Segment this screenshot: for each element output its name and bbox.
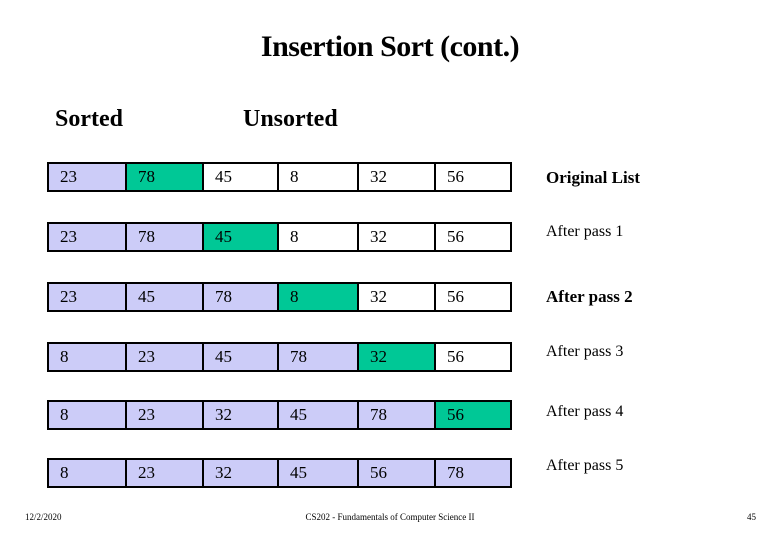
- pass-label: After pass 3: [546, 343, 624, 360]
- footer-course: CS202 - Fundamentals of Computer Science…: [305, 512, 475, 522]
- array-row: 23 78 45 8 32 56: [47, 222, 512, 252]
- footer-page-number: 45: [747, 512, 756, 522]
- pass-label: After pass 1: [546, 223, 624, 240]
- unsorted-label: Unsorted: [243, 106, 338, 132]
- array-cell-sorted: 23: [49, 164, 127, 190]
- array-cell-sorted: 23: [127, 460, 204, 486]
- array-cell-unsorted: 8: [279, 224, 359, 250]
- array-cell-current: 78: [127, 164, 204, 190]
- array-row: 8 23 32 45 78 56: [47, 400, 512, 430]
- array-cell-unsorted: 56: [436, 164, 510, 190]
- array-cell-sorted: 8: [49, 402, 127, 428]
- array-cell-current: 8: [279, 284, 359, 310]
- array-cell-sorted: 45: [127, 284, 204, 310]
- array-row: 8 23 45 78 32 56: [47, 342, 512, 372]
- array-row: 23 78 45 8 32 56: [47, 162, 512, 192]
- array-cell-sorted: 56: [359, 460, 436, 486]
- array-cell-unsorted: 45: [204, 164, 279, 190]
- array-cell-unsorted: 32: [359, 224, 436, 250]
- array-cell-current: 32: [359, 344, 436, 370]
- array-cell-sorted: 8: [49, 344, 127, 370]
- array-cell-unsorted: 8: [279, 164, 359, 190]
- array-cell-unsorted: 32: [359, 284, 436, 310]
- array-cell-sorted: 32: [204, 460, 279, 486]
- pass-label: After pass 5: [546, 457, 624, 474]
- array-cell-sorted: 45: [279, 460, 359, 486]
- array-cell-sorted: 78: [279, 344, 359, 370]
- array-cell-sorted: 23: [49, 284, 127, 310]
- array-row: 23 45 78 8 32 56: [47, 282, 512, 312]
- array-cell-sorted: 23: [127, 344, 204, 370]
- array-cell-sorted: 45: [204, 344, 279, 370]
- array-cell-current: 45: [204, 224, 279, 250]
- pass-label: After pass 4: [546, 403, 624, 420]
- array-cell-sorted: 78: [436, 460, 510, 486]
- array-cell-sorted: 23: [49, 224, 127, 250]
- array-cell-sorted: 78: [359, 402, 436, 428]
- array-row: 8 23 32 45 56 78: [47, 458, 512, 488]
- pass-label: Original List: [546, 168, 640, 187]
- array-cell-sorted: 78: [204, 284, 279, 310]
- array-cell-current: 56: [436, 402, 510, 428]
- array-cell-sorted: 32: [204, 402, 279, 428]
- array-cell-sorted: 45: [279, 402, 359, 428]
- array-cell-sorted: 23: [127, 402, 204, 428]
- slide-title: Insertion Sort (cont.): [260, 30, 520, 63]
- array-cell-unsorted: 56: [436, 344, 510, 370]
- array-cell-sorted: 78: [127, 224, 204, 250]
- array-cell-unsorted: 56: [436, 224, 510, 250]
- array-cell-unsorted: 32: [359, 164, 436, 190]
- array-cell-sorted: 8: [49, 460, 127, 486]
- array-cell-unsorted: 56: [436, 284, 510, 310]
- pass-label: After pass 2: [546, 287, 633, 306]
- sorted-label: Sorted: [55, 106, 123, 132]
